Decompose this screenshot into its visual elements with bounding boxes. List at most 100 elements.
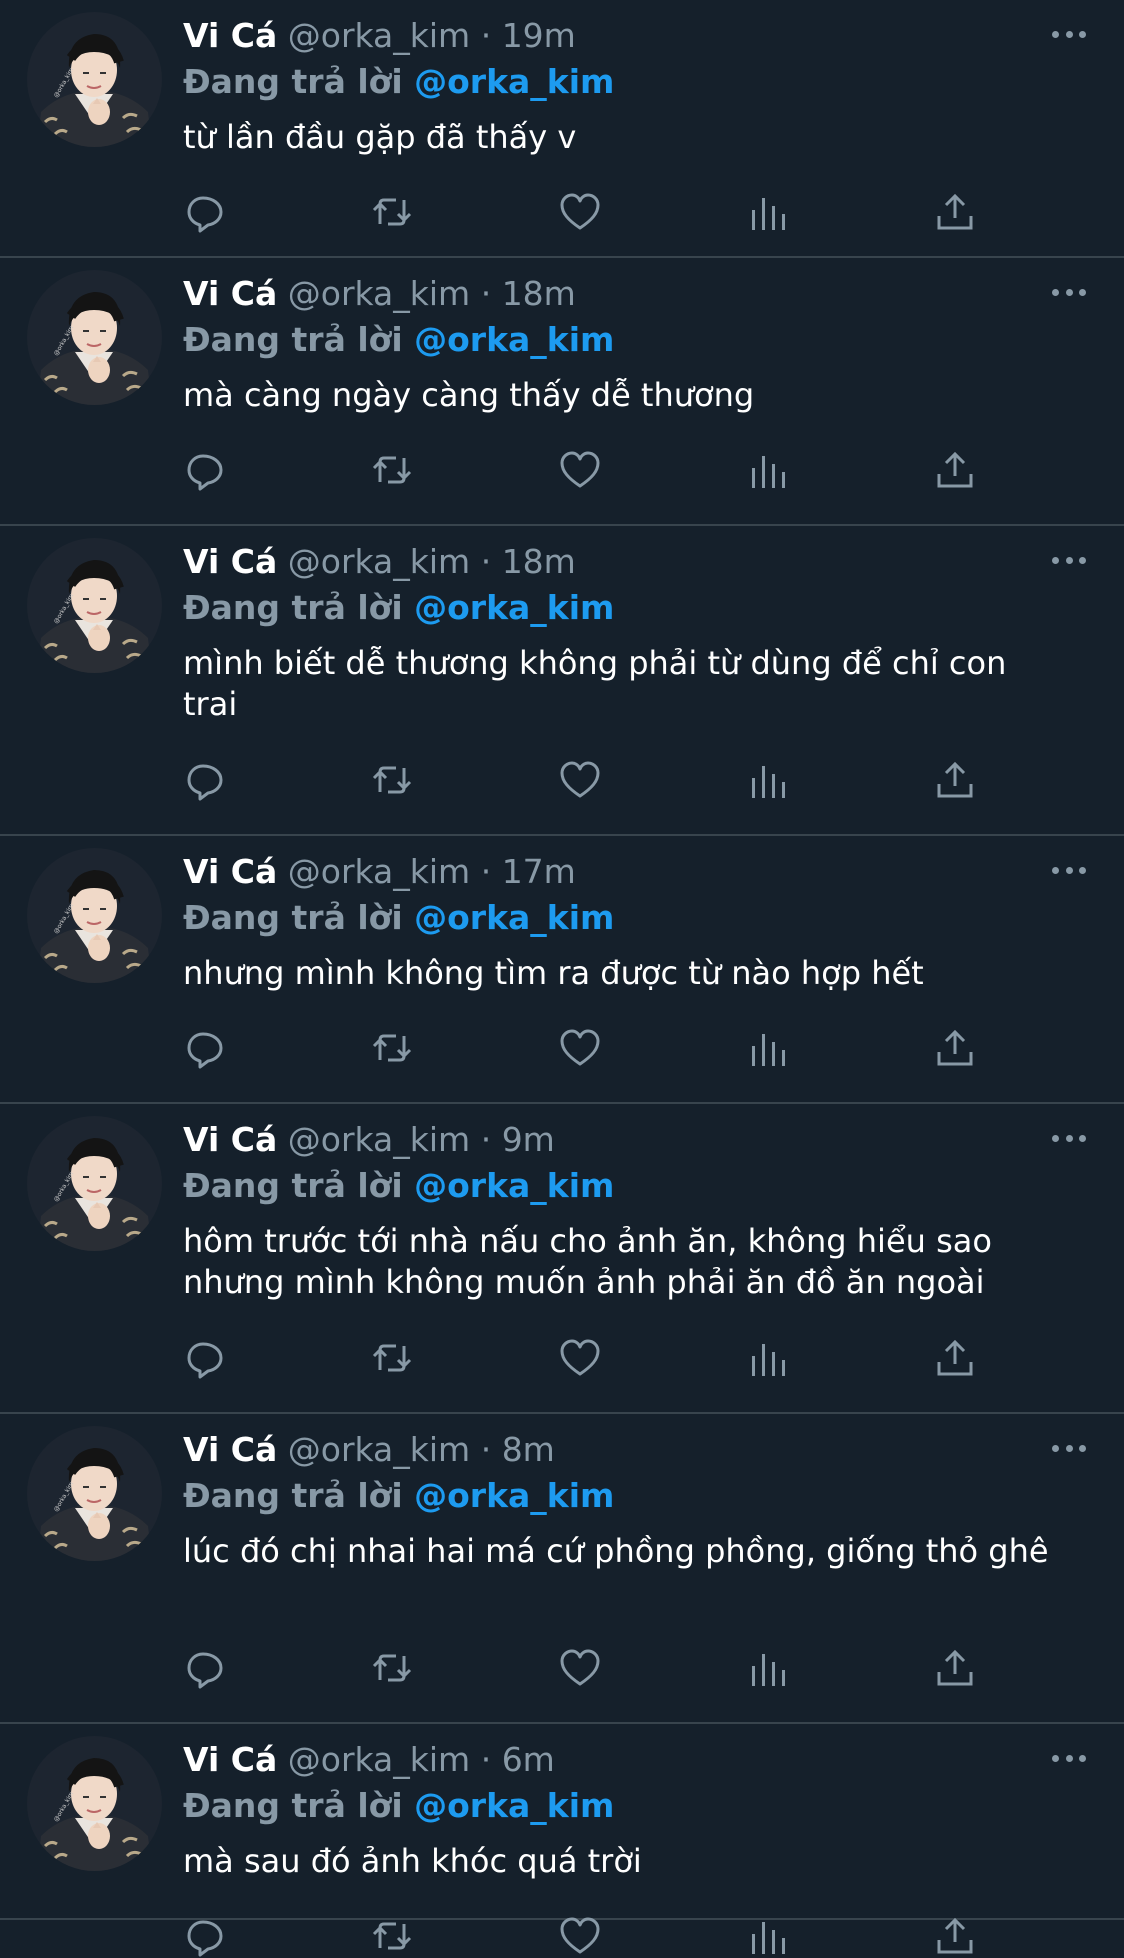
more-icon[interactable]: [1052, 1755, 1086, 1765]
analytics-button[interactable]: [746, 1914, 790, 1958]
retweet-button[interactable]: [370, 448, 414, 492]
analytics-icon: [746, 1026, 790, 1070]
display-name[interactable]: Vi Cá: [183, 542, 277, 581]
more-icon[interactable]: [1052, 1135, 1086, 1145]
retweet-icon: [370, 448, 414, 492]
display-name[interactable]: Vi Cá: [183, 16, 277, 55]
like-button[interactable]: [558, 448, 602, 492]
tweet[interactable]: @orka_kim Vi Cá @orka_kim · 19m Đang trả…: [0, 0, 1124, 258]
reply-button[interactable]: [183, 1026, 227, 1070]
analytics-button[interactable]: [746, 190, 790, 234]
timestamp[interactable]: 9m: [502, 1120, 555, 1159]
like-button[interactable]: [558, 1646, 602, 1690]
timestamp[interactable]: 17m: [502, 852, 576, 891]
like-button[interactable]: [558, 758, 602, 802]
display-name[interactable]: Vi Cá: [183, 852, 277, 891]
reply-mention-link[interactable]: @orka_kim: [414, 588, 614, 627]
retweet-button[interactable]: [370, 758, 414, 802]
like-button[interactable]: [558, 1336, 602, 1380]
like-button[interactable]: [558, 190, 602, 234]
reply-button[interactable]: [183, 758, 227, 802]
tweet-header: Vi Cá @orka_kim · 6m: [183, 1738, 555, 1782]
tweet-actions: [183, 758, 1023, 802]
more-icon[interactable]: [1052, 31, 1086, 41]
timestamp[interactable]: 18m: [502, 274, 576, 313]
reply-mention-link[interactable]: @orka_kim: [414, 62, 614, 101]
replying-to: Đang trả lời @orka_kim: [183, 1474, 614, 1518]
more-icon[interactable]: [1052, 867, 1086, 877]
reply-mention-link[interactable]: @orka_kim: [414, 1166, 614, 1205]
analytics-button[interactable]: [746, 1336, 790, 1380]
reply-mention-link[interactable]: @orka_kim: [414, 898, 614, 937]
username-handle[interactable]: @orka_kim: [288, 274, 470, 313]
analytics-button[interactable]: [746, 758, 790, 802]
username-handle[interactable]: @orka_kim: [288, 1120, 470, 1159]
reply-mention-link[interactable]: @orka_kim: [414, 320, 614, 359]
share-button[interactable]: [933, 758, 977, 802]
share-button[interactable]: [933, 448, 977, 492]
avatar[interactable]: @orka_kim: [27, 1426, 162, 1561]
share-button[interactable]: [933, 1026, 977, 1070]
username-handle[interactable]: @orka_kim: [288, 852, 470, 891]
retweet-button[interactable]: [370, 1336, 414, 1380]
replying-to-label: Đang trả lời: [183, 1476, 403, 1515]
heart-icon: [558, 1026, 602, 1070]
retweet-button[interactable]: [370, 1026, 414, 1070]
retweet-button[interactable]: [370, 1914, 414, 1958]
reply-icon: [183, 1646, 227, 1690]
share-button[interactable]: [933, 1646, 977, 1690]
tweet[interactable]: @orka_kim Vi Cá @orka_kim · 8m Đang trả …: [0, 1414, 1124, 1724]
more-icon[interactable]: [1052, 289, 1086, 299]
share-button[interactable]: [933, 190, 977, 234]
display-name[interactable]: Vi Cá: [183, 1430, 277, 1469]
avatar[interactable]: @orka_kim: [27, 848, 162, 983]
retweet-icon: [370, 1026, 414, 1070]
avatar[interactable]: @orka_kim: [27, 1736, 162, 1871]
share-icon: [933, 448, 977, 492]
analytics-button[interactable]: [746, 1026, 790, 1070]
tweet[interactable]: @orka_kim Vi Cá @orka_kim · 9m Đang trả …: [0, 1104, 1124, 1414]
reply-mention-link[interactable]: @orka_kim: [414, 1476, 614, 1515]
tweet[interactable]: @orka_kim Vi Cá @orka_kim · 6m Đang trả …: [0, 1724, 1124, 1957]
reply-button[interactable]: [183, 190, 227, 234]
timestamp[interactable]: 19m: [502, 16, 576, 55]
analytics-icon: [746, 448, 790, 492]
share-button[interactable]: [933, 1336, 977, 1380]
avatar[interactable]: @orka_kim: [27, 270, 162, 405]
username-handle[interactable]: @orka_kim: [288, 542, 470, 581]
username-handle[interactable]: @orka_kim: [288, 1740, 470, 1779]
timestamp[interactable]: 6m: [502, 1740, 555, 1779]
reply-mention-link[interactable]: @orka_kim: [414, 1786, 614, 1825]
timestamp[interactable]: 8m: [502, 1430, 555, 1469]
display-name[interactable]: Vi Cá: [183, 1120, 277, 1159]
reply-button[interactable]: [183, 1914, 227, 1958]
replying-to-label: Đang trả lời: [183, 1166, 403, 1205]
username-handle[interactable]: @orka_kim: [288, 16, 470, 55]
tweet[interactable]: @orka_kim Vi Cá @orka_kim · 17m Đang trả…: [0, 836, 1124, 1104]
avatar[interactable]: @orka_kim: [27, 538, 162, 673]
tweet[interactable]: @orka_kim Vi Cá @orka_kim · 18m Đang trả…: [0, 258, 1124, 526]
more-icon[interactable]: [1052, 1445, 1086, 1455]
reply-button[interactable]: [183, 1646, 227, 1690]
analytics-button[interactable]: [746, 448, 790, 492]
avatar[interactable]: @orka_kim: [27, 12, 162, 147]
like-button[interactable]: [558, 1026, 602, 1070]
separator-dot: ·: [480, 1740, 492, 1779]
analytics-button[interactable]: [746, 1646, 790, 1690]
avatar[interactable]: @orka_kim: [27, 1116, 162, 1251]
display-name[interactable]: Vi Cá: [183, 1740, 277, 1779]
share-button[interactable]: [933, 1914, 977, 1958]
tweet[interactable]: @orka_kim Vi Cá @orka_kim · 18m Đang trả…: [0, 526, 1124, 836]
username-handle[interactable]: @orka_kim: [288, 1430, 470, 1469]
display-name[interactable]: Vi Cá: [183, 274, 277, 313]
retweet-button[interactable]: [370, 190, 414, 234]
reply-button[interactable]: [183, 448, 227, 492]
tweet-text: nhưng mình không tìm ra được từ nào hợp …: [183, 954, 924, 992]
reply-button[interactable]: [183, 1336, 227, 1380]
timestamp[interactable]: 18m: [502, 542, 576, 581]
separator-dot: ·: [480, 1430, 492, 1469]
retweet-button[interactable]: [370, 1646, 414, 1690]
like-button[interactable]: [558, 1914, 602, 1958]
reply-icon: [183, 758, 227, 802]
more-icon[interactable]: [1052, 557, 1086, 567]
